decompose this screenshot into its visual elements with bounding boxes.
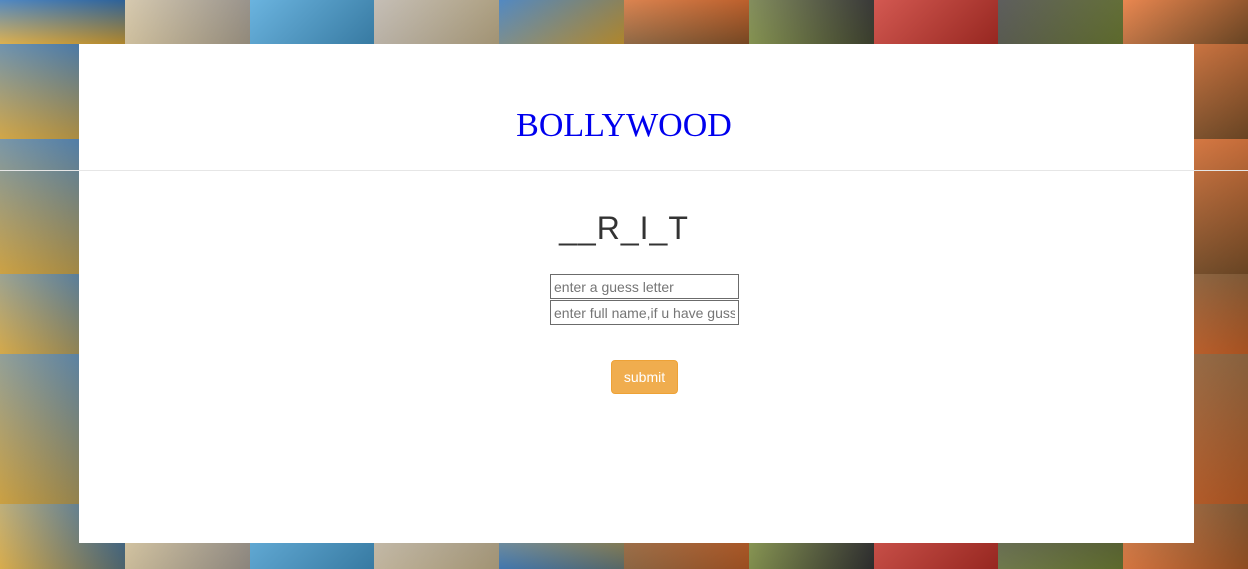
guess-letter-input[interactable] [550,274,739,299]
full-name-input[interactable] [550,300,739,325]
site-title: BOLLYWOOD [516,107,732,144]
poster-tile [0,0,125,44]
poster-tile [748,0,874,44]
poster-tile [124,0,250,44]
poster-tile [374,0,500,44]
poster-tile [624,0,749,44]
submit-button[interactable]: submit [611,360,678,394]
poster-tile [499,0,624,44]
poster-tile [249,0,375,44]
poster-tile [998,0,1124,44]
poster-tile [873,0,999,44]
header-divider [0,170,1248,171]
masked-word: __R_I_T [559,210,689,246]
poster-tile [1123,0,1248,44]
